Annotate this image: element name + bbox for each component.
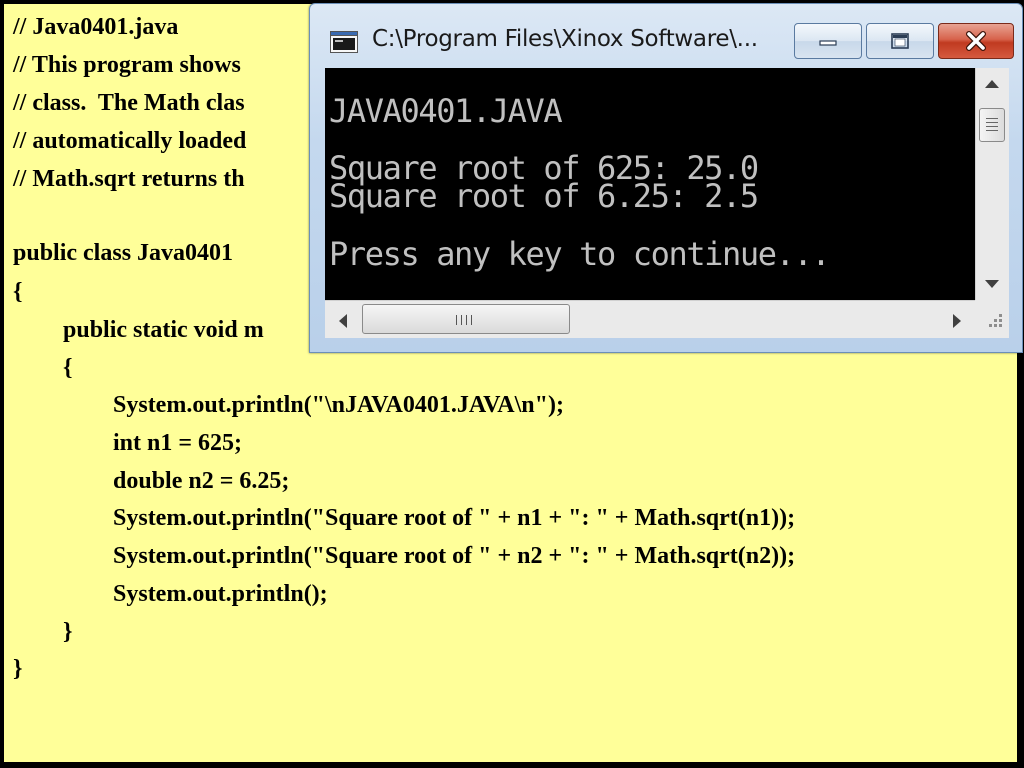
code-line-3: // class. The Math clas bbox=[13, 90, 245, 116]
code-line-2: // This program shows bbox=[13, 52, 241, 78]
code-line-println-n2: System.out.println("Square root of " + n… bbox=[113, 543, 796, 569]
vertical-scrollbar[interactable] bbox=[975, 68, 1009, 300]
code-line-int-n1: int n1 = 625; bbox=[113, 430, 243, 456]
console-line-press-key: Press any key to continue... bbox=[329, 235, 831, 273]
vertical-scroll-thumb[interactable] bbox=[979, 108, 1005, 142]
console-window[interactable]: C:\Program Files\Xinox Software\... JAVA… bbox=[309, 3, 1023, 353]
console-line-title: JAVA0401.JAVA bbox=[329, 92, 563, 130]
scroll-down-arrow-icon[interactable] bbox=[985, 280, 999, 288]
minimize-icon bbox=[819, 40, 837, 46]
code-line-5: // Math.sqrt returns th bbox=[13, 166, 245, 192]
horizontal-scroll-thumb[interactable] bbox=[362, 304, 570, 334]
console-window-icon[interactable] bbox=[330, 31, 358, 53]
code-line-println-title: System.out.println("\nJAVA0401.JAVA\n"); bbox=[113, 392, 564, 418]
minimize-button[interactable] bbox=[794, 23, 862, 59]
scroll-up-arrow-icon[interactable] bbox=[985, 80, 999, 88]
code-line-println-n1: System.out.println("Square root of " + n… bbox=[113, 505, 796, 531]
close-icon bbox=[966, 31, 986, 51]
maximize-button[interactable] bbox=[866, 23, 934, 59]
title-bar[interactable]: C:\Program Files\Xinox Software\... bbox=[310, 4, 1022, 66]
slide: // Java0401.java // This program shows /… bbox=[0, 0, 1024, 768]
code-line-double-n2: double n2 = 6.25; bbox=[113, 468, 290, 494]
close-button[interactable] bbox=[938, 23, 1014, 59]
code-line-main-open-brace: { bbox=[63, 355, 73, 381]
scroll-left-arrow-icon[interactable] bbox=[339, 314, 347, 328]
console-line-sqrt-625-alt: Square root of 6.25: 2.5 bbox=[329, 177, 759, 215]
code-line-1: // Java0401.java bbox=[13, 14, 179, 40]
code-line-main-decl: public static void m bbox=[63, 317, 264, 343]
code-line-main-close-brace: } bbox=[63, 619, 73, 645]
maximize-icon bbox=[891, 33, 909, 49]
console-output[interactable]: JAVA0401.JAVA Square root of 625: 25.0 S… bbox=[325, 68, 975, 300]
code-line-class-decl: public class Java0401 bbox=[13, 240, 234, 266]
code-line-println-empty: System.out.println(); bbox=[113, 581, 328, 607]
code-line-4: // automatically loaded bbox=[13, 128, 247, 154]
scroll-right-arrow-icon[interactable] bbox=[953, 314, 961, 328]
window-title: C:\Program Files\Xinox Software\... bbox=[372, 26, 758, 52]
resize-grip-icon[interactable] bbox=[975, 300, 1009, 338]
code-line-class-open-brace: { bbox=[13, 279, 23, 305]
code-line-class-close-brace: } bbox=[13, 656, 23, 682]
horizontal-scrollbar[interactable] bbox=[325, 300, 975, 338]
